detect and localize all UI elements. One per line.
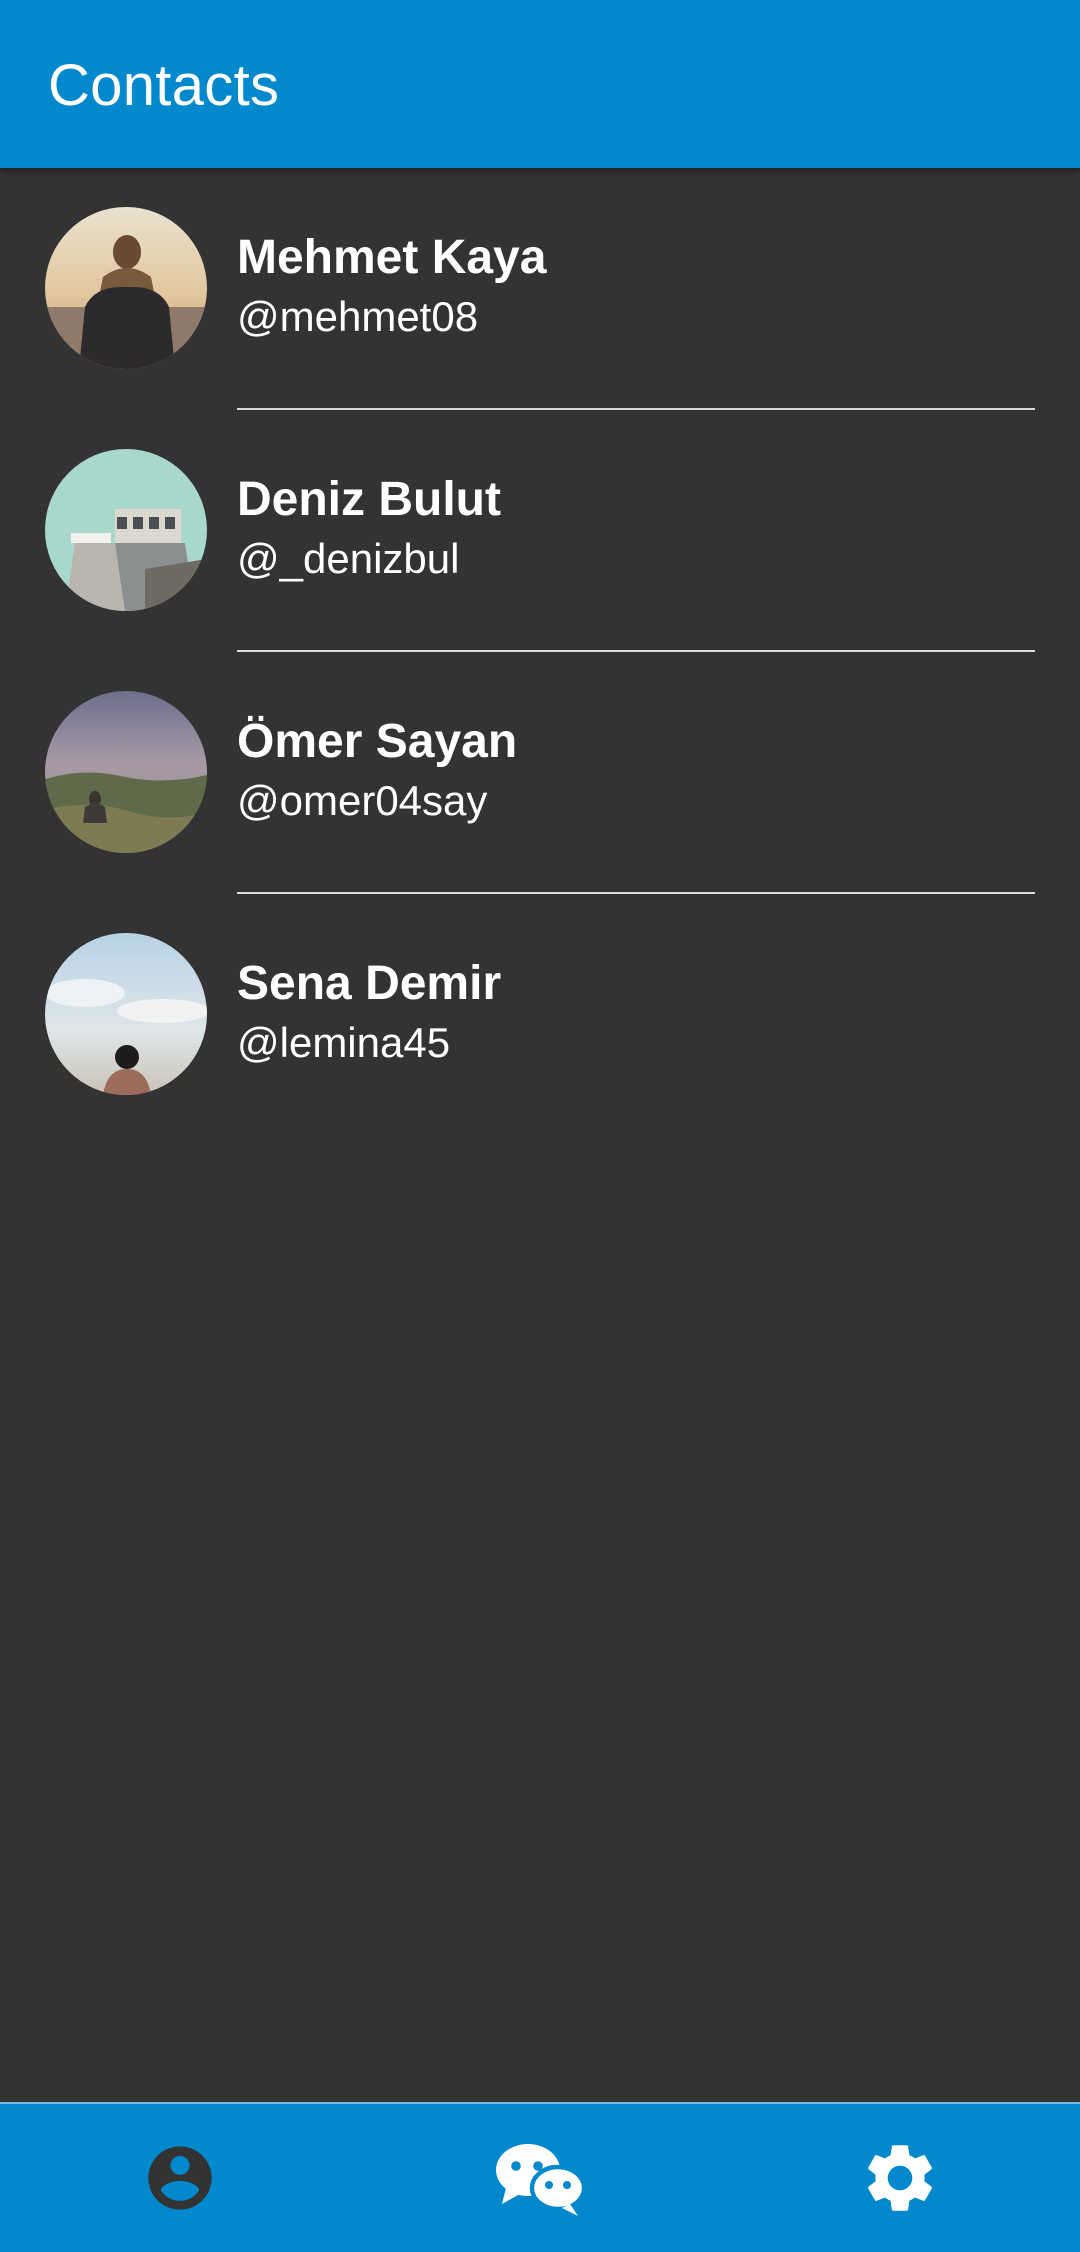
contact-item[interactable]: Deniz Bulut @_denizbul bbox=[0, 410, 1080, 652]
contact-item[interactable]: Sena Demir @lemina45 bbox=[0, 894, 1080, 1136]
avatar bbox=[45, 933, 207, 1095]
nav-settings[interactable] bbox=[720, 2104, 1080, 2252]
gear-icon bbox=[868, 2145, 932, 2211]
contact-name: Ömer Sayan bbox=[237, 715, 518, 768]
avatar bbox=[45, 691, 207, 853]
app-bar: Contacts bbox=[0, 0, 1080, 168]
avatar bbox=[45, 449, 207, 611]
contact-name: Deniz Bulut bbox=[237, 473, 501, 526]
bottom-navigation bbox=[0, 2102, 1080, 2252]
contact-handle: @_denizbul bbox=[237, 535, 460, 582]
page-title: Contacts bbox=[48, 53, 280, 118]
contact-handle: @omer04say bbox=[237, 777, 488, 824]
contact-list: Mehmet Kaya @mehmet08 Deniz Bulut @_deni… bbox=[0, 168, 1080, 1136]
contact-item[interactable]: Ömer Sayan @omer04say bbox=[0, 652, 1080, 894]
contact-name: Sena Demir bbox=[237, 957, 502, 1010]
nav-chats[interactable] bbox=[360, 2104, 720, 2252]
nav-contacts[interactable] bbox=[0, 2104, 360, 2252]
chat-bubbles-icon bbox=[496, 2144, 586, 2216]
contact-handle: @mehmet08 bbox=[237, 293, 479, 340]
contact-handle: @lemina45 bbox=[237, 1019, 451, 1066]
avatar bbox=[45, 207, 207, 369]
account-circle-icon bbox=[148, 2146, 212, 2210]
contact-name: Mehmet Kaya bbox=[237, 231, 547, 284]
contact-item[interactable]: Mehmet Kaya @mehmet08 bbox=[0, 168, 1080, 410]
